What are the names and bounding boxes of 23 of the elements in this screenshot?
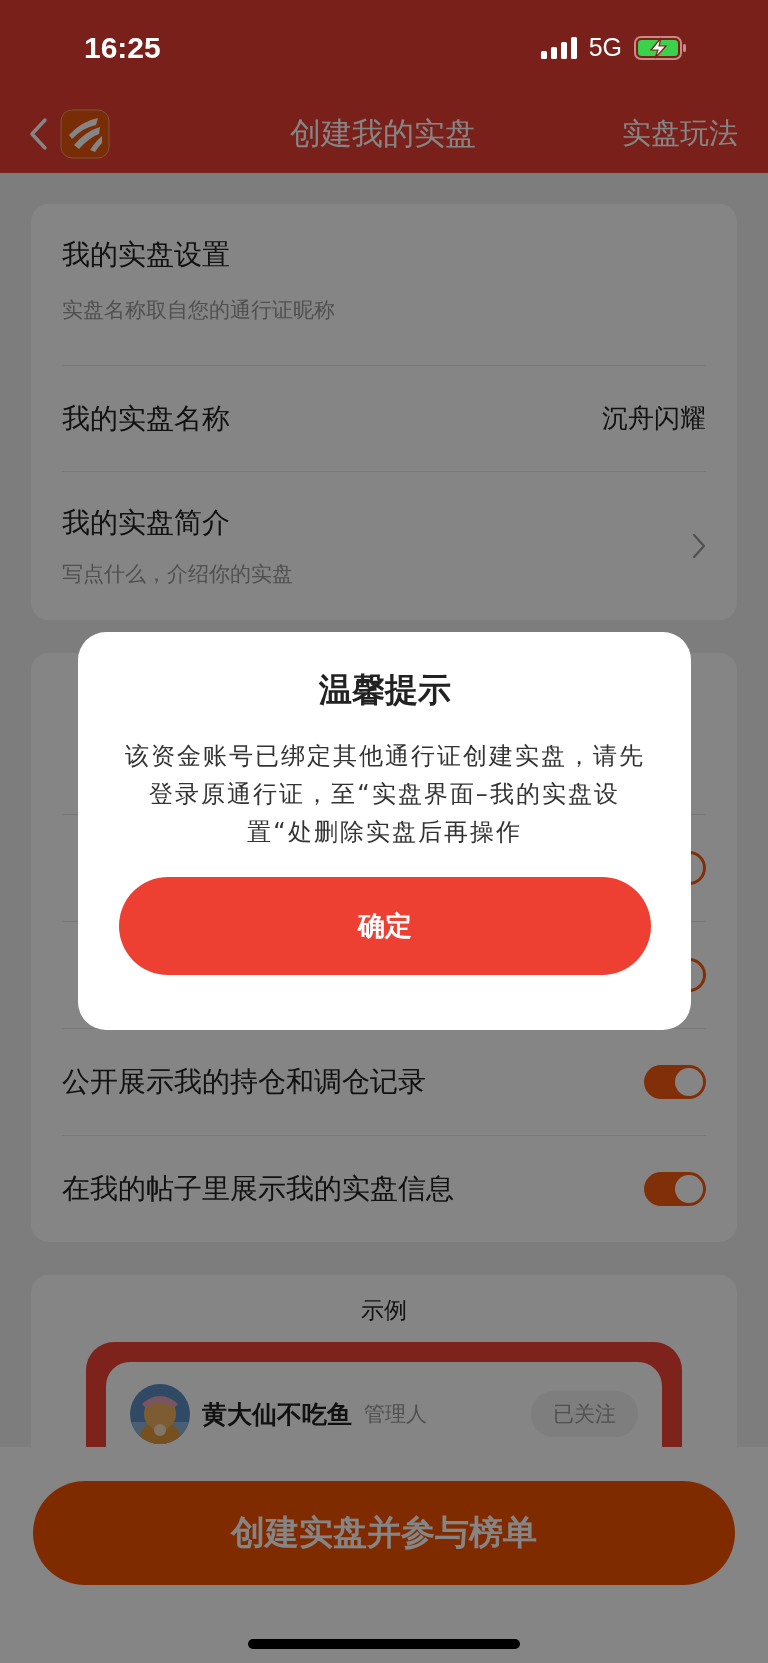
row-label: 我的实盘名称 xyxy=(62,400,230,437)
create-button[interactable]: 创建实盘并参与榜单 xyxy=(33,1481,735,1585)
name-value: 沉舟闪耀 xyxy=(602,402,706,435)
user-name: 黄大仙不吃鱼 xyxy=(202,1398,352,1431)
example-title: 示例 xyxy=(360,1296,408,1325)
status-time: 16:25 xyxy=(84,30,161,65)
section-title: 我的实盘设置 xyxy=(62,237,231,273)
setting-label: 在我的帖子里展示我的实盘信息 xyxy=(62,1171,454,1207)
page-title: 创建我的实盘 xyxy=(290,114,476,153)
dialog-message: 该资金账号已绑定其他通行证创建实盘，请先登录原通行证，至“实盘界面–我的实盘设置“处删除实盘后再操作 xyxy=(123,741,646,848)
signal-icon xyxy=(540,36,577,59)
back-icon[interactable] xyxy=(28,117,48,151)
chevron-right-icon xyxy=(692,533,706,559)
row-label: 我的实盘简介 xyxy=(62,505,231,541)
toggle-switch[interactable] xyxy=(644,1172,706,1206)
rules-link[interactable]: 实盘玩法 xyxy=(578,114,738,154)
app-logo-icon xyxy=(60,109,110,159)
setting-label: 公开展示我的持仓和调仓记录 xyxy=(62,1064,426,1100)
battery-icon xyxy=(634,35,688,60)
network-label: 5G xyxy=(588,33,622,62)
dialog-title: 温馨提示 xyxy=(318,669,451,711)
toggle-switch[interactable] xyxy=(644,1065,706,1099)
confirm-button[interactable]: 确定 xyxy=(118,877,651,975)
